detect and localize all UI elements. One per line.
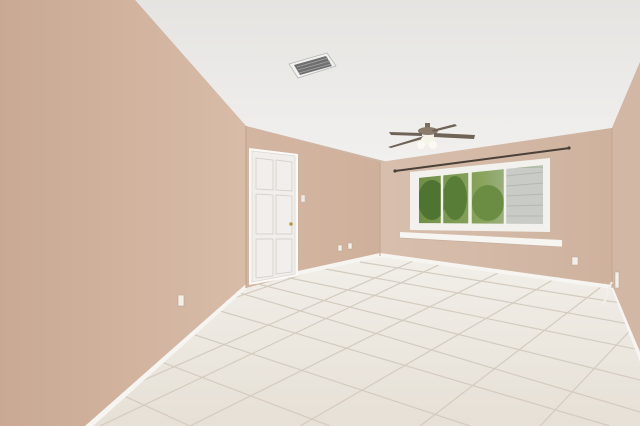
outlet-icon bbox=[571, 256, 579, 266]
outlet-icon bbox=[177, 294, 185, 307]
outlet-icon bbox=[337, 244, 343, 252]
light-switch bbox=[300, 194, 306, 203]
door bbox=[249, 148, 298, 285]
outlet-icon bbox=[347, 242, 353, 250]
outlet-icon bbox=[614, 271, 620, 289]
room-scene bbox=[0, 0, 640, 426]
door-knob-icon bbox=[289, 222, 293, 226]
